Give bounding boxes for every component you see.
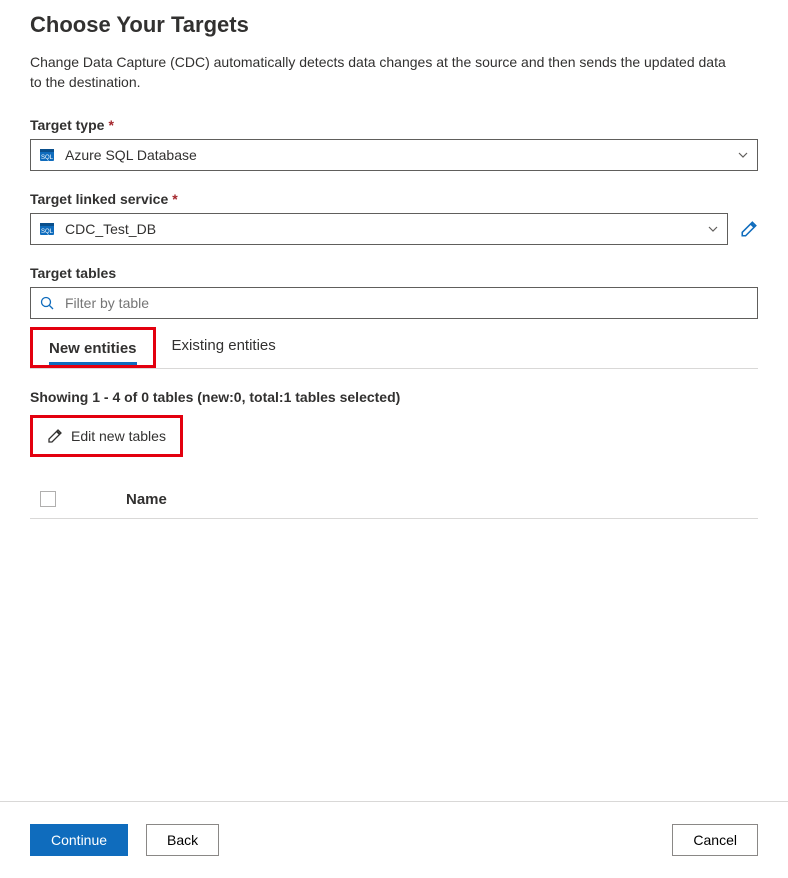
target-linked-service-dropdown[interactable]: SQL CDC_Test_DB [30, 213, 728, 245]
tab-new-entities[interactable]: New entities [33, 330, 153, 365]
entity-tabs: New entities Existing entities [30, 327, 758, 369]
target-type-dropdown[interactable]: SQL Azure SQL Database [30, 139, 758, 171]
highlight-new-entities: New entities [30, 327, 156, 368]
edit-new-tables-button[interactable]: Edit new tables [33, 418, 180, 454]
table-status: Showing 1 - 4 of 0 tables (new:0, total:… [30, 389, 758, 405]
sql-icon: SQL [39, 147, 55, 163]
target-type-value: Azure SQL Database [65, 147, 737, 163]
search-icon [39, 295, 55, 311]
tab-existing-entities[interactable]: Existing entities [156, 327, 292, 368]
continue-button[interactable]: Continue [30, 824, 128, 856]
footer-bar: Continue Back Cancel [0, 801, 788, 878]
target-tables-label: Target tables [30, 265, 758, 281]
pencil-icon [47, 428, 63, 444]
select-all-checkbox[interactable] [40, 491, 56, 507]
page-description: Change Data Capture (CDC) automatically … [30, 52, 730, 93]
column-name-header: Name [126, 491, 167, 508]
svg-text:SQL: SQL [41, 229, 54, 235]
filter-tables-input[interactable] [63, 294, 749, 312]
sql-icon: SQL [39, 221, 55, 237]
chevron-down-icon [737, 149, 749, 161]
svg-text:SQL: SQL [41, 155, 54, 161]
back-button[interactable]: Back [146, 824, 219, 856]
chevron-down-icon [707, 223, 719, 235]
highlight-edit-new-tables: Edit new tables [30, 415, 183, 457]
table-header-row: Name [30, 481, 758, 519]
edit-linked-service-icon[interactable] [740, 220, 758, 238]
page-title: Choose Your Targets [30, 12, 758, 38]
filter-tables-input-wrap[interactable] [30, 287, 758, 319]
target-linked-service-value: CDC_Test_DB [65, 221, 707, 237]
cancel-button[interactable]: Cancel [672, 824, 758, 856]
target-type-label: Target type* [30, 117, 758, 133]
target-linked-service-label: Target linked service* [30, 191, 758, 207]
